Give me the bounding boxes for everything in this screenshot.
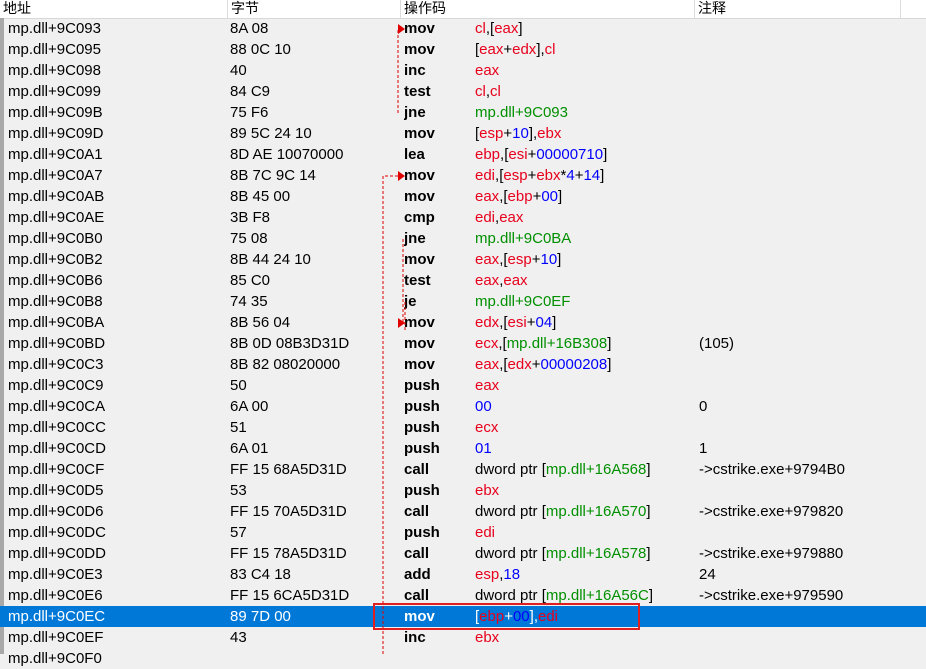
jump-arrows <box>382 24 406 654</box>
jump-arrow-head-9C0A7 <box>398 171 405 181</box>
highlight-box <box>373 603 640 630</box>
jump-arrow-head-9C0BA <box>398 318 405 328</box>
jump-arrow-loop-9C0A7 <box>382 175 398 654</box>
jump-arrow-head-9C093 <box>398 24 405 34</box>
